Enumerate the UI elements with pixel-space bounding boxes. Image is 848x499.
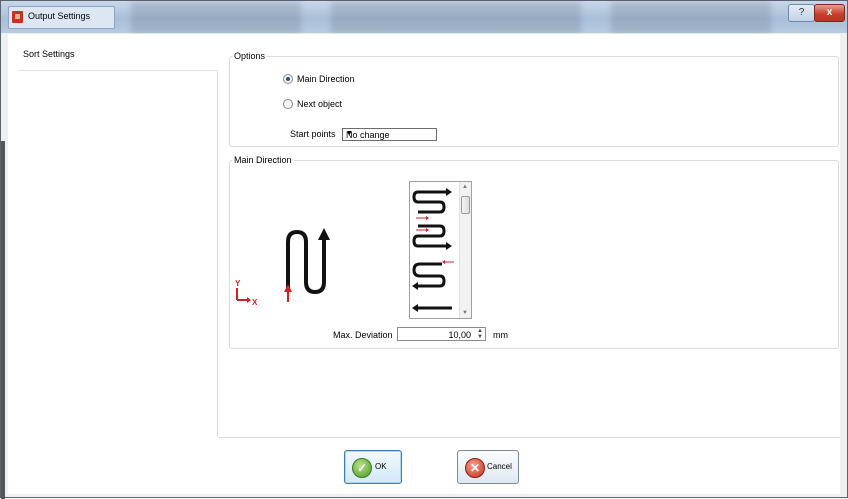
radio-main-direction-label: Main Direction — [297, 74, 355, 84]
title-bar[interactable]: Output Settings ? x — [1, 1, 847, 33]
direction-preview-icon — [284, 228, 330, 302]
scroll-down-icon[interactable]: ▼ — [462, 310, 468, 316]
cancel-label: Cancel — [487, 462, 512, 471]
panel-bottom-divider — [218, 437, 840, 438]
sidebar-item-label: Sort Settings — [23, 49, 75, 59]
max-deviation-unit: mm — [493, 330, 508, 340]
cancel-button[interactable]: ✕ Cancel — [457, 450, 519, 484]
pattern-list-scrollbar[interactable]: ▲ ▼ — [459, 182, 471, 318]
chevron-down-icon: ▼ — [346, 130, 353, 137]
axis-x-label: X — [252, 298, 258, 307]
axis-indicator-icon: Y X — [235, 279, 258, 307]
start-points-label: Start points — [290, 129, 336, 139]
radio-main-direction-dot[interactable] — [283, 74, 293, 84]
ok-button[interactable]: ✓ OK — [344, 450, 402, 484]
title-tab: Output Settings — [8, 6, 115, 29]
settings-sidebar: Sort Settings — [18, 42, 221, 438]
options-legend: Options — [234, 51, 266, 61]
direction-patterns-icon — [412, 188, 454, 312]
check-icon: ✓ — [352, 458, 372, 478]
sidebar-item-sort-settings[interactable]: Sort Settings — [18, 42, 218, 71]
app-icon — [12, 11, 23, 23]
main-direction-legend: Main Direction — [234, 155, 292, 165]
radio-next-object-dot[interactable] — [283, 99, 293, 109]
radio-main-direction[interactable]: Main Direction — [283, 74, 355, 84]
dialog-body: Sort Settings Options Main Direction Nex… — [8, 34, 840, 494]
max-deviation-label: Max. Deviation — [333, 330, 393, 340]
start-points-select[interactable]: No change ▼ — [342, 128, 437, 141]
window-title: Output Settings — [28, 11, 91, 21]
sidebar-divider — [217, 71, 218, 437]
axis-y-label: Y — [235, 279, 241, 288]
direction-pattern-list[interactable]: ▲ ▼ — [409, 181, 472, 319]
ok-label: OK — [375, 462, 387, 471]
radio-next-object-label: Next object — [297, 99, 343, 109]
help-button[interactable]: ? — [788, 4, 815, 22]
max-deviation-value: 10,00 — [448, 330, 471, 340]
close-button[interactable]: x — [814, 4, 845, 22]
spinner-arrows-icon[interactable]: ▲ ▼ — [477, 328, 483, 340]
cancel-icon: ✕ — [465, 458, 485, 478]
max-deviation-input[interactable]: 10,00 ▲ ▼ — [397, 327, 486, 341]
scrollbar-thumb[interactable] — [461, 196, 470, 214]
scroll-up-icon[interactable]: ▲ — [462, 184, 468, 190]
window-edge-shadow — [1, 141, 5, 499]
output-settings-window: Output Settings ? x Sort Settings Option… — [0, 0, 848, 499]
radio-next-object[interactable]: Next object — [283, 99, 342, 109]
